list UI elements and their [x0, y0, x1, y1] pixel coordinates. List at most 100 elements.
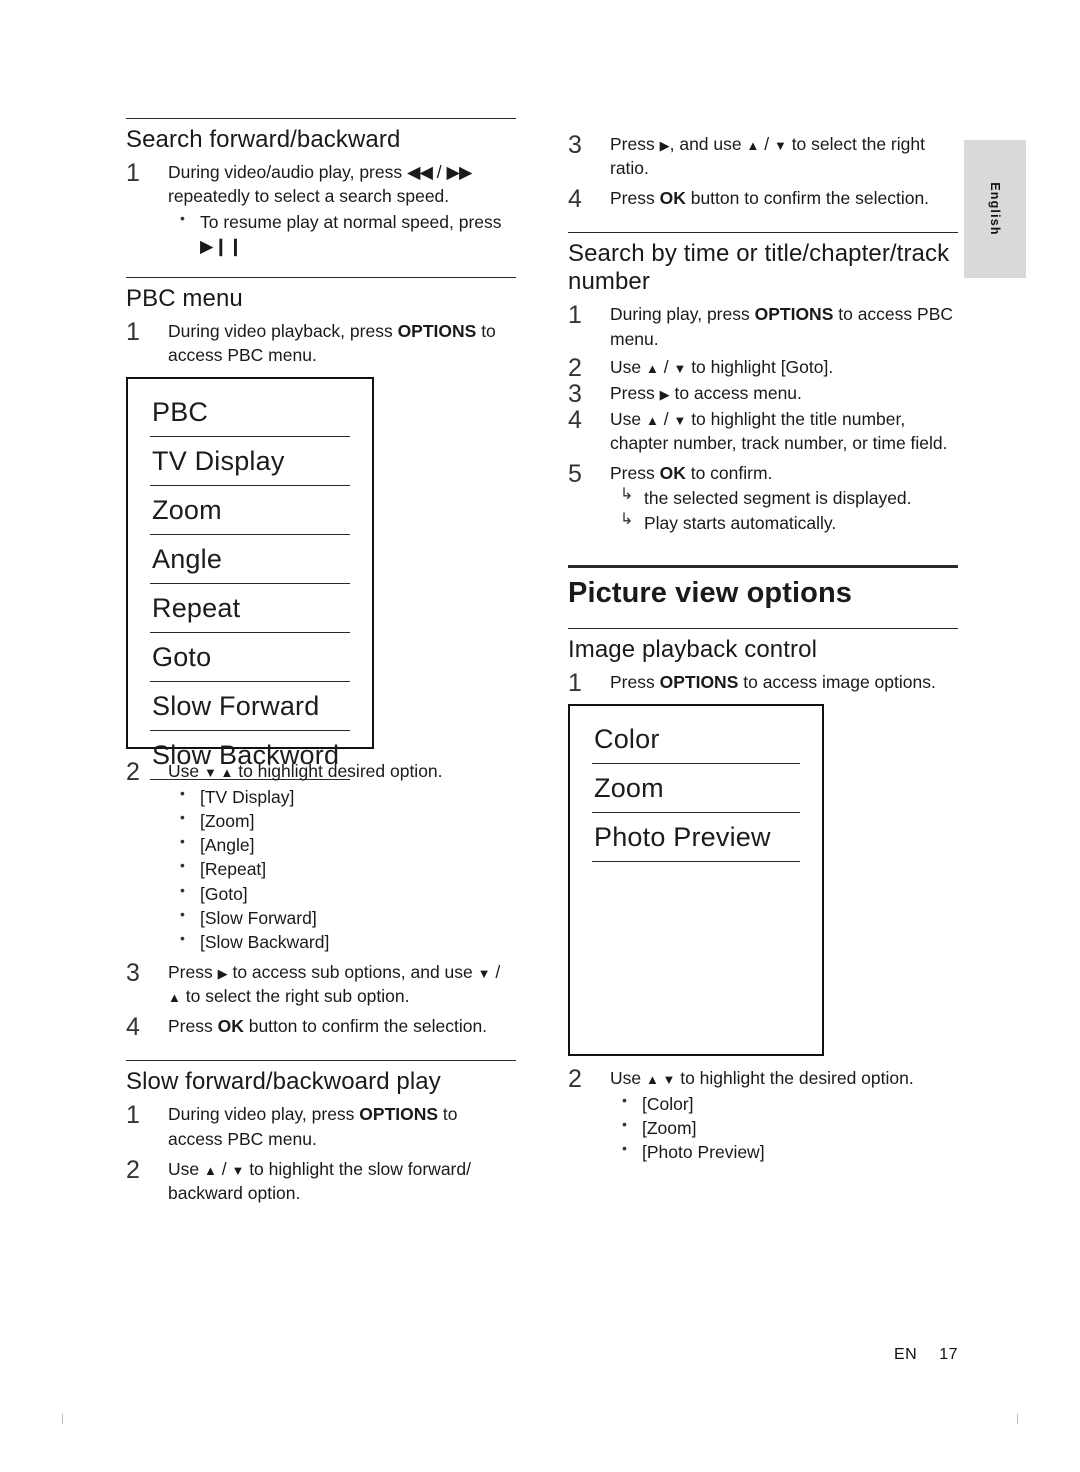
- slash: /: [490, 961, 501, 982]
- step-text-part3: to select the right sub option.: [180, 986, 410, 1007]
- step-text-part2: button to confirm the selection.: [243, 1016, 488, 1037]
- heading-slow-forward-backward: Slow forward/backwoard play: [126, 1068, 441, 1096]
- osd-row[interactable]: TV Display: [150, 444, 350, 486]
- step-text-part: Use: [168, 1158, 204, 1179]
- step-text-part2: repeatedly to select a search speed.: [168, 186, 450, 207]
- up-arrow-icon: ▲: [203, 1162, 217, 1178]
- left-column: Search forward/backward 1 During video/a…: [126, 118, 516, 1207]
- step-text-part: During play, press: [610, 304, 755, 325]
- step-item: 3 Press ▶ to access menu.: [568, 380, 958, 408]
- page-footer: EN 17: [894, 1346, 958, 1364]
- down-arrow-icon: ▼: [773, 138, 787, 153]
- divider: [126, 1060, 516, 1062]
- list-item: [TV Display]: [168, 784, 516, 809]
- footer-language-code: EN: [893, 1346, 918, 1363]
- osd-row[interactable]: Photo Preview: [592, 820, 800, 862]
- step-text-part2: to highlight [Goto].: [686, 356, 834, 377]
- slash: /: [658, 408, 674, 429]
- right-column: 3 Press ▶, and use ▲ / ▼ to select the r…: [568, 131, 958, 1166]
- up-arrow-icon: ▲: [645, 360, 659, 376]
- steps-search-forward-backward: 1 During video/audio play, press ◀◀ / ▶▶…: [126, 159, 516, 259]
- right-arrow-icon: ▶: [659, 138, 670, 153]
- rewind-icon: ◀◀: [406, 162, 433, 182]
- osd-image-options: Color Zoom Photo Preview: [568, 703, 824, 1056]
- step-number: 4: [568, 185, 582, 214]
- result-list: the selected segment is displayed. Play …: [610, 484, 958, 535]
- option-list: [Color] [Zoom] [Photo Preview]: [610, 1091, 958, 1164]
- step-item: 2 Use ▼ ▲ to highlight desired option. […: [126, 758, 516, 954]
- step-item: 4 Press OK button to confirm the selecti…: [126, 1013, 516, 1041]
- list-item: [Zoom]: [610, 1115, 958, 1140]
- divider: [126, 276, 516, 278]
- fastforward-icon: ▶▶: [446, 162, 473, 182]
- step-number: 2: [126, 757, 140, 786]
- step-number: 5: [568, 460, 582, 489]
- ok-key: OK: [659, 188, 686, 209]
- step-text-part: Press: [610, 134, 660, 154]
- step-item: 1 During video playback, press OPTIONS t…: [126, 318, 516, 367]
- step-number: 3: [126, 958, 140, 987]
- step-number: 4: [568, 405, 582, 434]
- step-text-part: Press: [610, 188, 660, 209]
- step-item: 2 Use ▲ ▼ to highlight the desired optio…: [568, 1065, 958, 1165]
- list-item: [Photo Preview]: [610, 1139, 958, 1164]
- step-text-part: During video playback, press: [168, 320, 398, 341]
- bullet-item: To resume play at normal speed, press ▶❙…: [168, 209, 516, 258]
- down-arrow-icon: ▼: [673, 412, 687, 428]
- divider: [568, 627, 958, 629]
- heading-search-by-time: Search by time or title/chapter/track nu…: [568, 240, 950, 296]
- osd-row[interactable]: Zoom: [592, 771, 800, 813]
- steps-image-playback: 1 Press OPTIONS to access image options.: [568, 669, 958, 697]
- osd-row[interactable]: Color: [592, 722, 800, 764]
- step-text-part: Use: [610, 408, 646, 429]
- step-text-part: Use: [168, 760, 204, 781]
- step-number: 2: [568, 1064, 582, 1093]
- step-text-part: Press: [610, 463, 660, 484]
- down-arrow-icon: ▼: [673, 360, 687, 376]
- steps-pbc-menu-cont: 2 Use ▼ ▲ to highlight desired option. […: [126, 758, 516, 1041]
- osd-pbc-menu: PBC TV Display Zoom Angle Repeat Goto Sl…: [126, 376, 374, 780]
- slash: /: [759, 134, 774, 154]
- divider-thick: [568, 564, 958, 568]
- list-item: Play starts automatically.: [610, 509, 958, 535]
- ok-key: OK: [659, 463, 686, 484]
- step-item: 5 Press OK to confirm. the selected segm…: [568, 460, 958, 535]
- bullet-list: To resume play at normal speed, press ▶❙…: [168, 209, 516, 258]
- options-key: OPTIONS: [659, 671, 739, 692]
- osd-row[interactable]: Repeat: [150, 591, 350, 633]
- list-item: [Zoom]: [168, 808, 516, 833]
- step-item: 2 Use ▲ / ▼ to highlight the slow forwar…: [126, 1156, 516, 1205]
- down-arrow-icon: ▼: [477, 965, 491, 981]
- up-arrow-icon: ▲: [645, 412, 659, 428]
- heading-search-forward-backward: Search forward/backward: [126, 126, 401, 153]
- osd-row[interactable]: PBC: [150, 395, 350, 437]
- step-item: 1 During play, press OPTIONS to access P…: [568, 301, 958, 350]
- page-title: Picture view options: [568, 576, 852, 609]
- crop-mark: [1017, 1414, 1018, 1424]
- step-text-part: Use: [610, 356, 646, 377]
- osd-row[interactable]: Zoom: [150, 493, 350, 535]
- step-number: 1: [568, 301, 582, 330]
- play-pause-icon: ▶❙❙: [200, 236, 243, 257]
- options-key: OPTIONS: [754, 304, 834, 325]
- step-number: 1: [126, 1101, 140, 1130]
- step-text-part: Press: [610, 671, 660, 692]
- list-item: [Color]: [610, 1091, 958, 1116]
- language-tab-label: English: [988, 182, 1002, 236]
- slash: /: [216, 1158, 232, 1179]
- step-item: 3 Press ▶, and use ▲ / ▼ to select the r…: [568, 131, 958, 180]
- list-item: [Goto]: [168, 881, 516, 906]
- step-text-part2: to access menu.: [669, 382, 802, 403]
- osd-row[interactable]: Goto: [150, 640, 350, 682]
- steps-search-by-time: 1 During play, press OPTIONS to access P…: [568, 301, 958, 535]
- osd-row[interactable]: Slow Forward: [150, 689, 350, 731]
- up-arrow-icon: ▲: [168, 990, 181, 1006]
- step-text-part: During video/audio play, press: [168, 162, 407, 182]
- step-text-part: During video play, press: [168, 1104, 360, 1125]
- updown-arrows-icon: ▼ ▲: [203, 764, 234, 780]
- steps-slow-play: 1 During video play, press OPTIONS to ac…: [126, 1101, 516, 1205]
- down-arrow-icon: ▼: [231, 1162, 245, 1178]
- osd-row[interactable]: Angle: [150, 542, 350, 584]
- steps-image-playback-cont: 2 Use ▲ ▼ to highlight the desired optio…: [568, 1065, 958, 1165]
- step-text-part: Press: [168, 961, 218, 982]
